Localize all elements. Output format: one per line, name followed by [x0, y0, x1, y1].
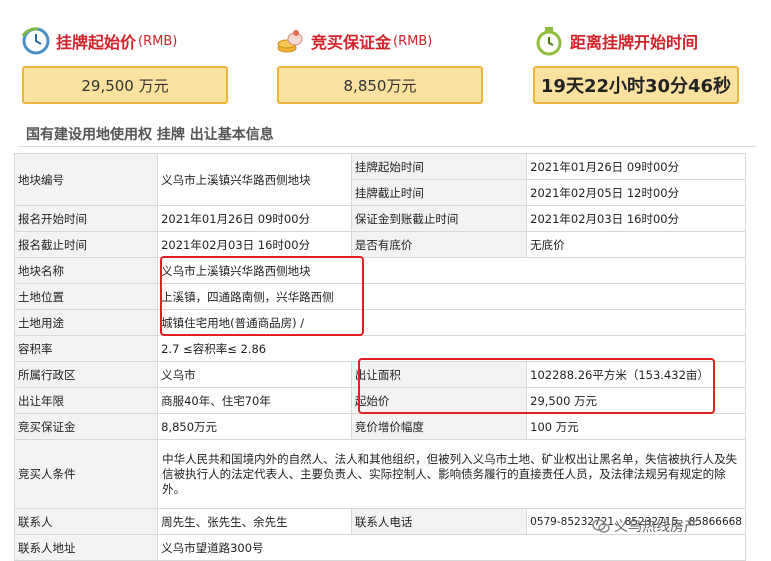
- table-row: 土地位置 上溪镇，四通路南侧，兴华路西侧: [13, 283, 746, 310]
- field-label: 竞买保证金: [13, 413, 159, 440]
- field-value: 100 万元: [526, 413, 746, 440]
- field-value: 周先生、张先生、余先生: [157, 508, 352, 535]
- field-value: 2021年02月03日 16时00分: [526, 205, 746, 232]
- field-value: 102288.26平方米（153.432亩）: [526, 361, 746, 388]
- field-value: 上溪镇，四通路南侧，兴华路西侧: [157, 283, 746, 310]
- field-value: 无底价: [526, 231, 746, 258]
- field-label: 所属行政区: [13, 361, 159, 388]
- field-label: 土地位置: [13, 283, 159, 310]
- table-row: 容积率 2.7 ≤容积率≤ 2.86: [13, 335, 746, 362]
- field-label: 竞买人条件: [13, 439, 159, 509]
- field-label: 起始价: [350, 387, 528, 414]
- table-row: 报名开始时间 2021年01月26日 09时00分 保证金到账截止时间 2021…: [13, 205, 746, 232]
- field-label: 地块编号: [13, 153, 159, 206]
- divider: [18, 146, 756, 147]
- countdown-value: 19天22小时30分46秒: [533, 66, 739, 104]
- table-row: 出让年限 商服40年、住宅70年 起始价 29,500 万元: [13, 387, 746, 414]
- wechat-icon: [592, 518, 610, 534]
- field-value: 2021年01月26日 09时00分: [157, 205, 352, 232]
- table-row: 土地用途 城镇住宅用地(普通商品房) /: [13, 309, 746, 336]
- deposit-value: 8,850万元: [277, 66, 483, 104]
- alarm-clock-icon: [534, 26, 564, 56]
- table-row: 报名截止时间 2021年02月03日 16时00分 是否有底价 无底价: [13, 231, 746, 258]
- field-value: 2.7 ≤容积率≤ 2.86: [157, 335, 746, 362]
- field-label: 报名截止时间: [13, 231, 159, 258]
- field-value: 义乌市上溪镇兴华路西侧地块: [157, 257, 746, 284]
- table-row: 地块编号 义乌市上溪镇兴华路西侧地块 挂牌起始时间 2021年01月26日 09…: [13, 153, 746, 206]
- deposit-title: 竞买保证金 (RMB): [275, 24, 432, 58]
- field-value: 城镇住宅用地(普通商品房) /: [157, 309, 746, 336]
- table-row: 竞买人条件 中华人民共和国境内外的自然人、法人和其他组织，但被列入义乌市土地、矿…: [13, 439, 746, 509]
- field-value: 8,850万元: [157, 413, 352, 440]
- field-label: 报名开始时间: [13, 205, 159, 232]
- field-value: 2021年01月26日 09时00分: [526, 153, 746, 180]
- field-label: 挂牌截止时间: [350, 179, 528, 206]
- field-label: 出让面积: [350, 361, 528, 388]
- field-label: 是否有底价: [350, 231, 528, 258]
- field-label: 容积率: [13, 335, 159, 362]
- card-unit: (RMB): [138, 33, 178, 49]
- field-label: 出让年限: [13, 387, 159, 414]
- start-price-value: 29,500 万元: [22, 66, 228, 104]
- card-label: 距离挂牌开始时间: [570, 33, 699, 52]
- field-value: 义乌市上溪镇兴华路西侧地块: [157, 153, 352, 206]
- start-price-title: 挂牌起始价 (RMB): [20, 24, 177, 58]
- field-value: 义乌市: [157, 361, 352, 388]
- coins-icon: [275, 26, 305, 56]
- field-label: 联系人电话: [350, 508, 528, 535]
- field-label: 挂牌起始时间: [350, 153, 528, 180]
- table-row: 地块名称 义乌市上溪镇兴华路西侧地块: [13, 257, 746, 284]
- card-unit: (RMB): [393, 33, 433, 49]
- table-row: 竞买保证金 8,850万元 竞价增价幅度 100 万元: [13, 413, 746, 440]
- field-label: 土地用途: [13, 309, 159, 336]
- card-label: 竞买保证金: [311, 33, 392, 52]
- summary-header: 挂牌起始价 (RMB) 29,500 万元 竞买保证金 (RMB) 8,850万…: [0, 0, 771, 118]
- clock-icon: [20, 26, 50, 56]
- field-value: 2021年02月03日 16时00分: [157, 231, 352, 258]
- watermark: 义乌热线房产: [592, 516, 698, 536]
- field-value: 29,500 万元: [526, 387, 746, 414]
- table-row: 联系人地址 义乌市望道路300号: [13, 534, 746, 561]
- field-value: 义乌市望道路300号: [157, 534, 746, 561]
- section-title: 国有建设用地使用权 挂牌 出让基本信息: [26, 127, 274, 143]
- card-label: 挂牌起始价: [56, 33, 137, 52]
- field-label: 竞价增价幅度: [350, 413, 528, 440]
- land-info-table: 地块编号 义乌市上溪镇兴华路西侧地块 挂牌起始时间 2021年01月26日 09…: [13, 153, 746, 561]
- table-row: 所属行政区 义乌市 出让面积 102288.26平方米（153.432亩）: [13, 361, 746, 388]
- countdown-title: 距离挂牌开始时间: [534, 24, 698, 58]
- field-label: 保证金到账截止时间: [350, 205, 528, 232]
- watermark-text: 义乌热线房产: [614, 519, 698, 535]
- field-value: 中华人民共和国境内外的自然人、法人和其他组织，但被列入义乌市土地、矿业权出让黑名…: [157, 439, 746, 509]
- field-value: 商服40年、住宅70年: [157, 387, 352, 414]
- field-label: 联系人地址: [13, 534, 159, 561]
- field-value: 2021年02月05日 12时00分: [526, 179, 746, 206]
- field-label: 联系人: [13, 508, 159, 535]
- field-label: 地块名称: [13, 257, 159, 284]
